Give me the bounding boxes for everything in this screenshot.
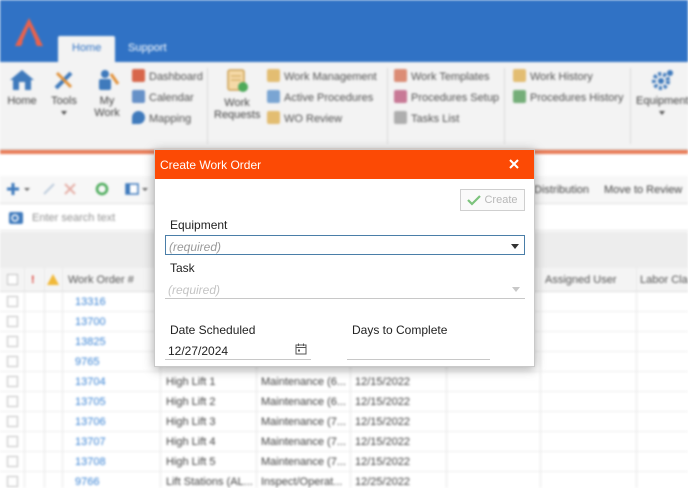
calendar-icon[interactable]	[295, 343, 307, 355]
create-work-order-dialog: Create Work Order Create Equipment (requ…	[154, 149, 535, 367]
dialog-title: Create Work Order	[160, 158, 262, 172]
date-scheduled-field[interactable]: 12/27/2024	[165, 340, 311, 360]
date-scheduled-value: 12/27/2024	[168, 344, 229, 358]
equipment-placeholder: (required)	[169, 240, 222, 254]
close-icon[interactable]	[506, 156, 522, 172]
create-button[interactable]: Create	[460, 189, 525, 211]
days-to-complete-input[interactable]	[347, 340, 490, 360]
chevron-down-icon	[512, 287, 520, 292]
task-placeholder: (required)	[168, 283, 221, 297]
date-scheduled-label: Date Scheduled	[170, 323, 256, 337]
dialog-header: Create Work Order	[155, 150, 534, 179]
task-select[interactable]: (required)	[165, 279, 525, 299]
checkmark-icon	[467, 195, 482, 206]
task-label: Task	[170, 261, 195, 275]
create-button-label: Create	[484, 194, 518, 206]
chevron-down-icon	[511, 244, 519, 249]
days-to-complete-label: Days to Complete	[352, 323, 448, 337]
equipment-select[interactable]: (required)	[165, 235, 525, 255]
equipment-label: Equipment	[170, 218, 228, 232]
